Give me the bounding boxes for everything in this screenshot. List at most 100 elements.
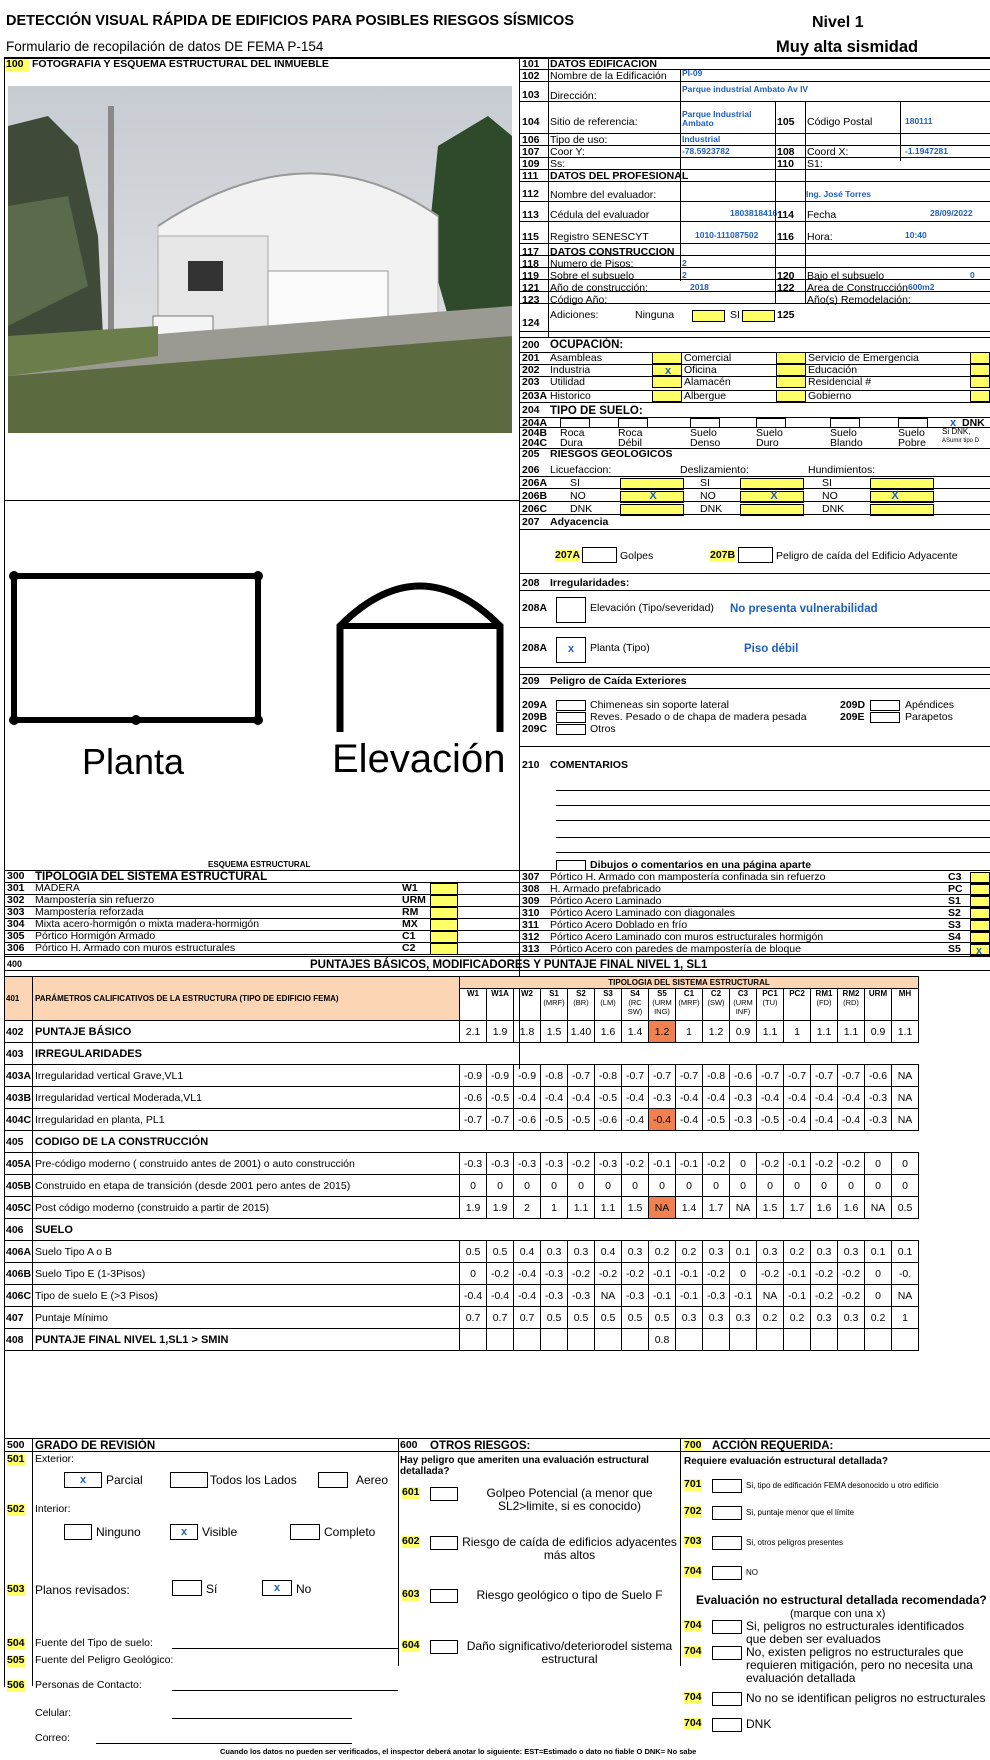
score-cell: -0.3: [594, 1152, 622, 1175]
appendage-box[interactable]: [870, 700, 900, 711]
action-code: 701: [684, 1478, 702, 1491]
score-cell: 0: [513, 1174, 541, 1197]
score-cell: 0.5: [567, 1306, 595, 1329]
cladding-box[interactable]: [556, 712, 586, 723]
score-cell: -0.2: [621, 1262, 649, 1285]
score-cell: -0.7: [486, 1108, 514, 1131]
score-cell: 1.7: [783, 1196, 811, 1219]
col-sub: (TU): [762, 997, 778, 1007]
score-cell: 0.4: [594, 1240, 622, 1263]
nonstruct-box[interactable]: [712, 1620, 742, 1634]
risk-box[interactable]: [430, 1589, 458, 1603]
score-cell: -0.1: [675, 1262, 703, 1285]
param-label: PARÁMETROS CALIFICATIVOS DE LA ESTRUCTUR…: [32, 976, 460, 1021]
value-address: Parque industrial Ambato Av IV: [682, 84, 809, 94]
occ-b: Oficina: [684, 364, 717, 376]
rule: [519, 667, 990, 668]
col-W1: W1: [459, 987, 487, 1022]
complete-box[interactable]: [290, 1524, 320, 1540]
occ-b-box[interactable]: [776, 364, 806, 376]
partial-label: Parcial: [106, 1473, 143, 1487]
elevation-label: Elevación: [332, 737, 506, 781]
score-cell: -0.9: [513, 1064, 541, 1087]
plan-mark: x: [567, 643, 575, 655]
action-label: NO: [746, 1568, 758, 1577]
score-cell: -0.3: [729, 1086, 757, 1109]
pounding-box[interactable]: [582, 547, 617, 563]
value-senescyt: 1010-111087502: [695, 230, 759, 240]
occ-b-box[interactable]: [776, 390, 806, 402]
code-700: 700: [684, 1439, 702, 1452]
rule: [519, 590, 990, 591]
score-cell: 0.2: [675, 1240, 703, 1263]
parapet-box[interactable]: [870, 712, 900, 723]
occ-c-box[interactable]: [970, 352, 990, 364]
visible-label: Visible: [202, 1525, 238, 1539]
score-cell: -0.1: [648, 1262, 676, 1285]
occ-a-box[interactable]: [652, 390, 682, 402]
score-cell: -0.1: [783, 1262, 811, 1285]
col-name: MH: [898, 988, 912, 998]
col-sub: (URM ING): [652, 997, 672, 1016]
score-cell: 0.3: [837, 1240, 865, 1263]
additions-si-box[interactable]: [742, 310, 775, 322]
occ-a: Historico: [550, 390, 591, 402]
additions-none-box[interactable]: [692, 310, 725, 322]
form-subtitle: Formulario de recopilación de datos DE F…: [6, 39, 324, 54]
rule: [519, 279, 990, 280]
score-cell: -0.1: [729, 1284, 757, 1307]
occ-b-box[interactable]: [776, 376, 806, 388]
score-cell: -0.3: [540, 1262, 568, 1285]
col-sub: (FD): [816, 997, 832, 1007]
elevation-box[interactable]: [556, 597, 586, 623]
score-cell: [891, 1328, 919, 1351]
typ-abbr: URM: [402, 894, 426, 906]
occ-c-box[interactable]: [970, 390, 990, 402]
nonstruct-box[interactable]: [712, 1646, 742, 1660]
cladding-label: Reves. Pesado o de chapa de madera pesad…: [590, 711, 807, 723]
occ-c-box[interactable]: [970, 376, 990, 388]
chimney-box[interactable]: [556, 700, 586, 711]
soil-note: Si DNK,: [942, 427, 971, 436]
rule: [4, 970, 990, 971]
score-cell: -0.7: [621, 1064, 649, 1087]
action-box[interactable]: [712, 1506, 742, 1520]
aerial-box[interactable]: [318, 1472, 348, 1488]
score-cell: -0.4: [810, 1086, 838, 1109]
rule: [519, 201, 990, 202]
action-box[interactable]: [712, 1566, 742, 1580]
nonstruct-box[interactable]: [712, 1718, 742, 1732]
score-cell: -0.3: [540, 1152, 568, 1175]
score-cell: -0.3: [729, 1108, 757, 1131]
nonstruct-box[interactable]: [712, 1692, 742, 1706]
rule: [556, 805, 990, 806]
occ-a: Industria: [550, 364, 591, 376]
risk-label: Golpeo Potencial (a menor que SL2>limite…: [486, 1486, 653, 1514]
score-cell: -0.6: [513, 1108, 541, 1131]
occ-c: Servicio de Emergencia: [808, 352, 919, 364]
occ-a-box[interactable]: [652, 352, 682, 364]
none-box[interactable]: [64, 1524, 92, 1540]
risk-box[interactable]: [430, 1640, 458, 1654]
occ-c-box[interactable]: [970, 364, 990, 376]
all-sides-box[interactable]: [170, 1472, 208, 1488]
action-box[interactable]: [712, 1479, 742, 1493]
risk-box[interactable]: [430, 1487, 458, 1501]
score-cell: 0: [810, 1174, 838, 1197]
action-code: 702: [684, 1505, 702, 1518]
risk-box[interactable]: [430, 1536, 458, 1550]
score-cell: 0.5: [891, 1196, 919, 1219]
row-code: 405A: [4, 1152, 33, 1175]
col-sub: (URM INF): [733, 997, 753, 1016]
code-205: 205: [522, 448, 540, 460]
value-id: 1803818416: [730, 208, 778, 218]
occ-a-box[interactable]: [652, 376, 682, 388]
falling-box[interactable]: [738, 547, 773, 563]
occ-b-box[interactable]: [776, 352, 806, 364]
rule: [519, 291, 990, 292]
plans-yes-box[interactable]: [172, 1580, 202, 1596]
rule: [556, 837, 990, 838]
other-box[interactable]: [556, 724, 586, 735]
action-box[interactable]: [712, 1536, 742, 1550]
col-name: PC2: [789, 988, 805, 998]
